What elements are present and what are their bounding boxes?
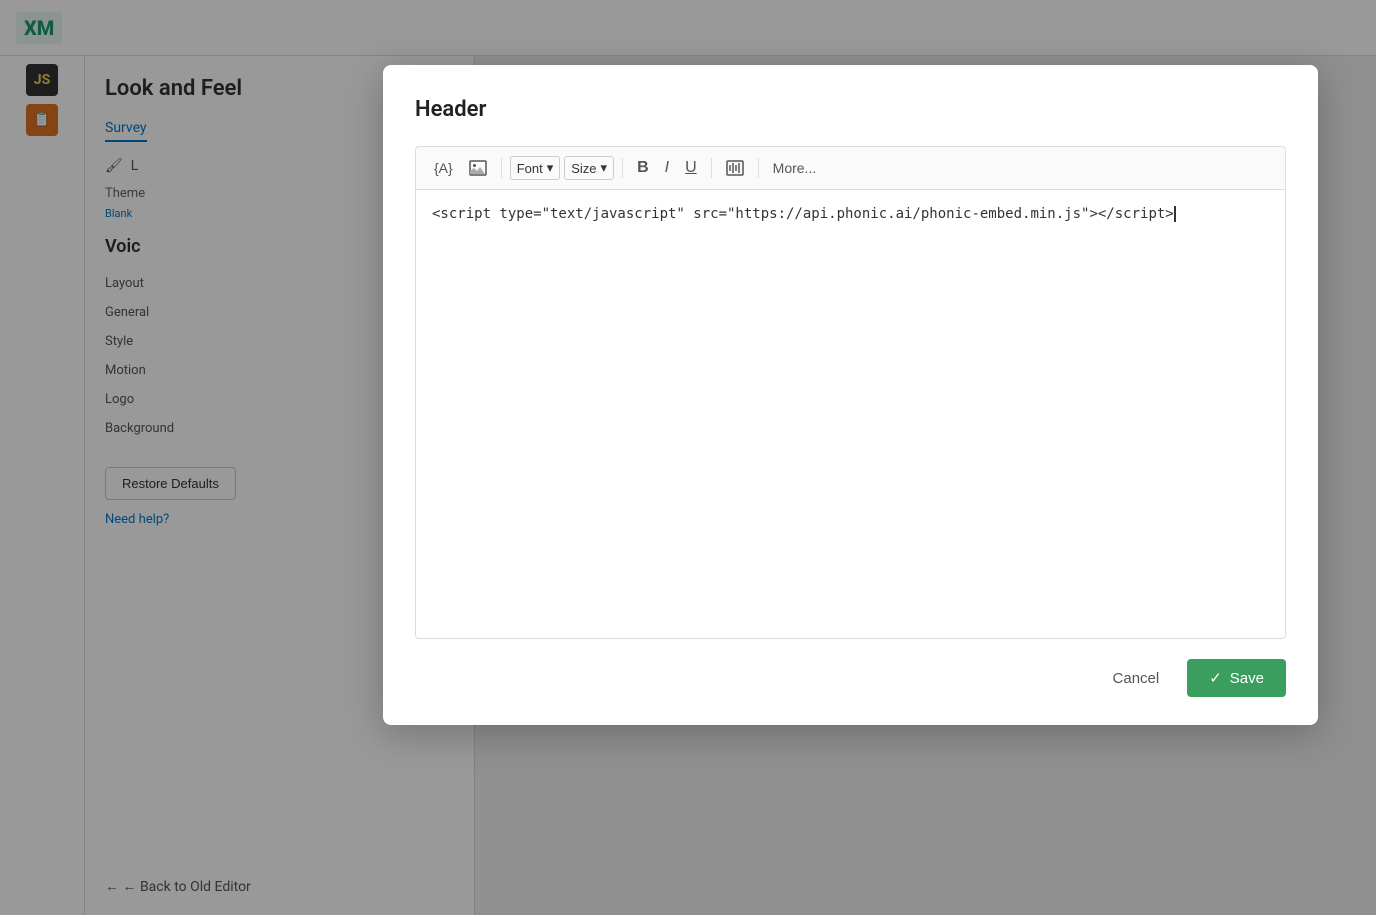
toolbar-separator-1 [501,158,502,178]
underline-button[interactable]: U [679,155,703,181]
save-button[interactable]: ✓ Save [1187,659,1286,697]
modal-footer: Cancel ✓ Save [415,659,1286,697]
code-button[interactable] [720,156,750,180]
size-selector[interactable]: Size ▾ [564,156,614,180]
font-selector[interactable]: Font ▾ [510,156,561,180]
toolbar-separator-3 [711,158,712,178]
source-button[interactable]: {A} [428,156,459,180]
more-button[interactable]: More... [767,156,823,180]
editor-content-area[interactable]: <script type="text/javascript" src="http… [415,189,1286,639]
bold-button[interactable]: B [631,155,655,181]
toolbar-separator-4 [758,158,759,178]
modal-title: Header [415,97,1286,122]
cursor [1174,206,1184,222]
save-check-icon: ✓ [1209,669,1222,687]
toolbar-separator-2 [622,158,623,178]
italic-button[interactable]: I [659,155,675,181]
editor-toolbar: {A} Font ▾ Size ▾ B I U [415,146,1286,189]
cancel-button[interactable]: Cancel [1097,662,1176,695]
image-button[interactable] [463,156,493,180]
editor-text: <script type="text/javascript" src="http… [432,206,1174,222]
header-modal: Header {A} Font ▾ Size ▾ B I U [383,65,1318,725]
